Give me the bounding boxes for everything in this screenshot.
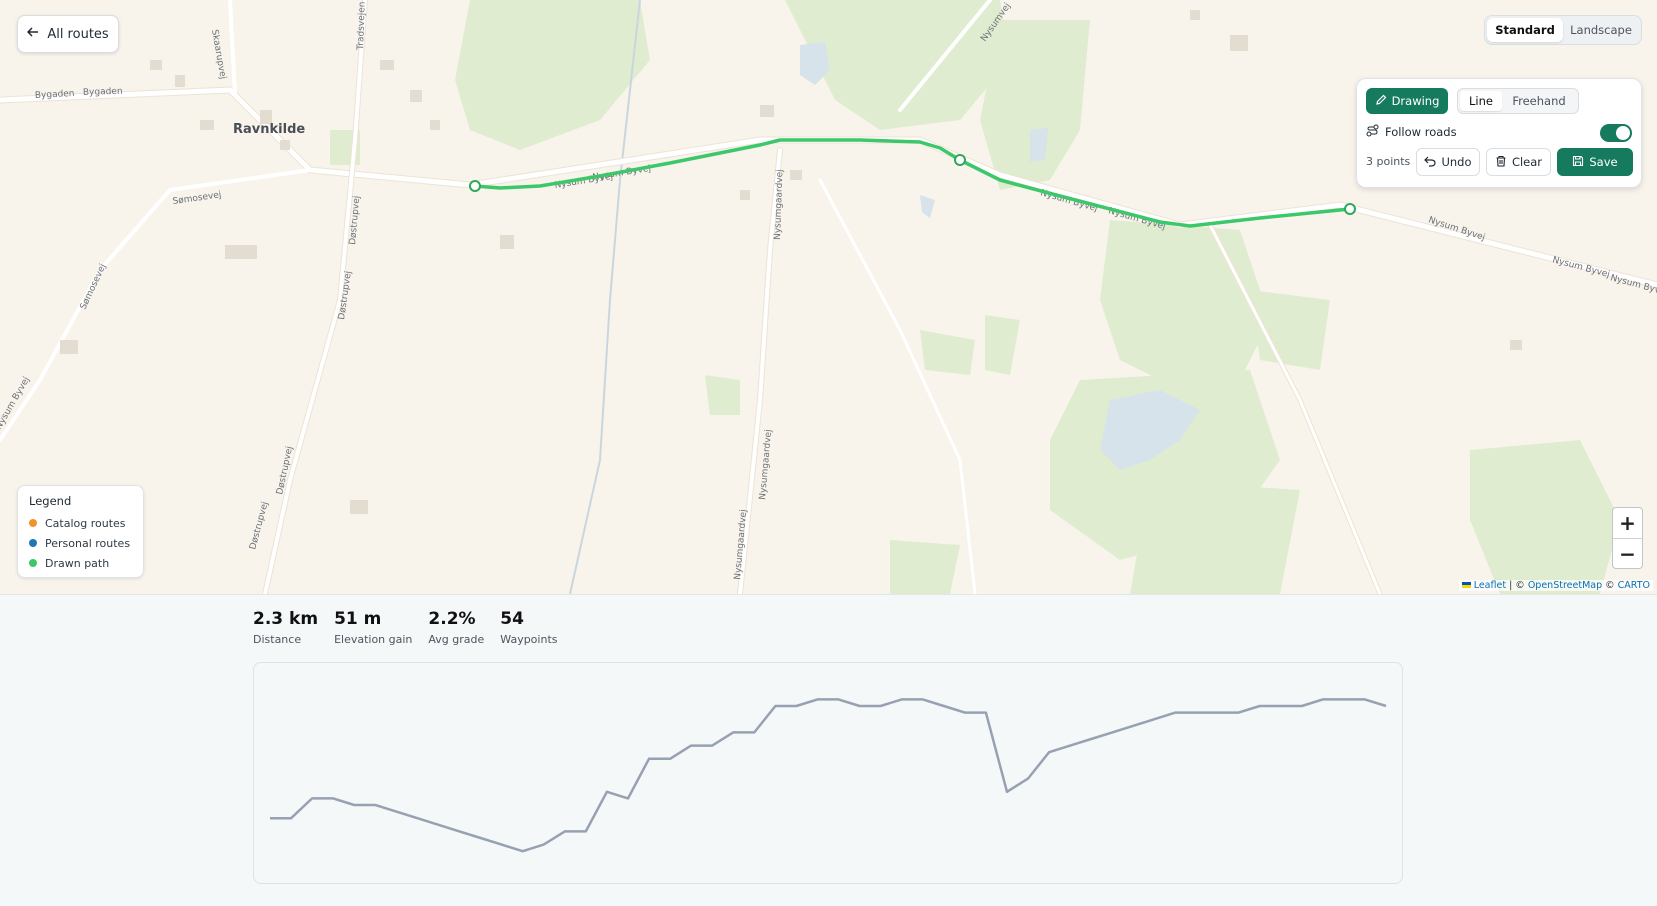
svg-text:Nysum Byvej: Nysum Byvej: [0, 375, 32, 431]
legend-item-drawn: Drawn path: [29, 553, 132, 573]
catalog-dot-icon: [29, 519, 37, 527]
svg-text:Bygaden: Bygaden: [83, 87, 123, 98]
drawing-panel: Drawing Line Freehand Follow roads 3 poi…: [1356, 78, 1642, 188]
legend-label: Personal routes: [45, 536, 131, 550]
tab-standard[interactable]: Standard: [1487, 18, 1563, 42]
mode-freehand[interactable]: Freehand: [1502, 91, 1576, 111]
svg-text:Skaarupvej: Skaarupvej: [209, 29, 228, 80]
undo-button[interactable]: Undo: [1416, 148, 1480, 176]
trash-icon: [1495, 155, 1507, 170]
route-stats: 2.3 km Distance 51 m Elevation gain 2.2%…: [253, 608, 574, 646]
stat-elevation-gain: 51 m Elevation gain: [334, 608, 412, 646]
save-icon: [1572, 155, 1584, 170]
drawn-dot-icon: [29, 559, 37, 567]
route-waypoint[interactable]: [954, 154, 966, 166]
all-routes-label: All routes: [47, 26, 109, 42]
legend-item-personal: Personal routes: [29, 533, 132, 553]
flag-icon: [1461, 582, 1471, 588]
all-routes-button[interactable]: All routes: [17, 15, 119, 53]
stat-label: Waypoints: [500, 633, 558, 646]
map-legend: Legend Catalog routes Personal routes Dr…: [17, 485, 144, 578]
follow-roads-row: Follow roads: [1366, 124, 1457, 140]
town-label: Ravnkilde: [233, 122, 305, 137]
svg-text:Sømosevej: Sømosevej: [172, 190, 222, 207]
stat-value: 51 m: [334, 609, 382, 629]
elevation-chart-svg: [270, 698, 1387, 853]
draw-mode-toggle[interactable]: Line Freehand: [1457, 88, 1579, 114]
elevation-chart: [253, 662, 1403, 884]
svg-text:Nysum Byvej: Nysum Byvej: [1551, 255, 1611, 280]
stat-label: Avg grade: [428, 633, 485, 646]
svg-text:Sømosevej: Sømosevej: [79, 263, 109, 312]
undo-label: Undo: [1441, 155, 1472, 169]
buildings: [60, 10, 1522, 514]
drawing-button[interactable]: Drawing: [1366, 88, 1448, 114]
zoom-control: + −: [1612, 507, 1643, 569]
zoom-in-button[interactable]: +: [1613, 508, 1642, 539]
zoom-out-button[interactable]: −: [1613, 539, 1642, 569]
svg-text:Døstrupvej: Døstrupvej: [248, 501, 270, 551]
svg-text:Tradsvejen: Tradsvejen: [356, 1, 368, 51]
follow-roads-label: Follow roads: [1385, 125, 1457, 139]
legend-label: Drawn path: [45, 556, 110, 570]
stat-waypoints: 54 Waypoints: [500, 608, 557, 646]
undo-icon: [1424, 155, 1437, 170]
svg-text:Nysumgaardvej: Nysumgaardvej: [758, 429, 774, 500]
legend-item-catalog: Catalog routes: [29, 513, 132, 533]
clear-button[interactable]: Clear: [1486, 148, 1551, 176]
stat-distance: 2.3 km Distance: [253, 608, 318, 646]
drawing-label: Drawing: [1391, 94, 1440, 108]
svg-text:Nysumgaardvej: Nysumgaardvej: [773, 169, 785, 240]
save-label: Save: [1589, 155, 1618, 169]
attribution-sep: | ©: [1506, 580, 1528, 591]
route-waypoint[interactable]: [1344, 203, 1356, 215]
drawn-route-line: [474, 138, 1351, 228]
pencil-icon: [1375, 94, 1387, 109]
leaflet-link[interactable]: Leaflet: [1474, 580, 1506, 591]
stat-value: 2.3 km: [253, 609, 319, 629]
map-attribution: Leaflet | © OpenStreetMap © CARTO: [1458, 580, 1653, 591]
stat-label: Distance: [253, 633, 302, 646]
tab-landscape[interactable]: Landscape: [1563, 18, 1639, 42]
elevation-series-line: [270, 698, 1387, 853]
map-style-toggle[interactable]: Standard Landscape: [1484, 15, 1642, 45]
svg-text:Bygaden: Bygaden: [35, 89, 75, 101]
points-count: 3 points: [1366, 155, 1411, 168]
route-icon: [1366, 124, 1379, 140]
legend-label: Catalog routes: [45, 516, 126, 530]
mode-line[interactable]: Line: [1460, 91, 1502, 111]
arrow-left-icon: [27, 26, 39, 42]
stat-label: Elevation gain: [334, 633, 413, 646]
stat-value: 54: [500, 609, 524, 629]
attribution-sep: ©: [1602, 580, 1618, 591]
save-button[interactable]: Save: [1557, 148, 1633, 176]
osm-link[interactable]: OpenStreetMap: [1528, 580, 1602, 591]
stat-value: 2.2%: [428, 609, 476, 629]
legend-title: Legend: [29, 494, 72, 508]
route-waypoint[interactable]: [469, 180, 481, 192]
stat-avg-grade: 2.2% Avg grade: [428, 608, 484, 646]
carto-link[interactable]: CARTO: [1618, 580, 1650, 591]
personal-dot-icon: [29, 539, 37, 547]
clear-label: Clear: [1511, 155, 1543, 169]
follow-roads-toggle[interactable]: [1600, 124, 1632, 142]
map-view[interactable]: Bygaden Bygaden Skaarupvej Tradsvejen Sø…: [0, 0, 1657, 595]
